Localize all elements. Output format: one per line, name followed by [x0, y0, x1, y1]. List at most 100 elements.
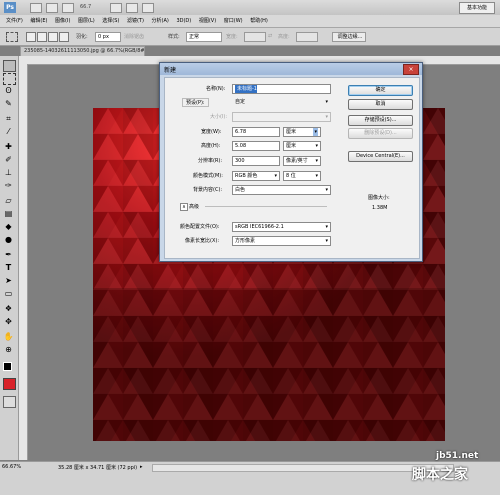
eyedropper-tool-icon[interactable]: ⁄: [3, 127, 14, 137]
menu-select[interactable]: 选择(S): [102, 15, 119, 27]
marquee-tool-icon[interactable]: [3, 73, 16, 85]
feather-label: 羽化:: [76, 34, 88, 40]
workspace-switcher[interactable]: 基本功能: [459, 2, 495, 14]
dialog-close-button[interactable]: ×: [403, 64, 419, 75]
status-menu-arrow-icon[interactable]: ▸: [140, 464, 143, 470]
menu-analysis[interactable]: 分析(A): [152, 15, 169, 27]
brush-tool-icon[interactable]: ✐: [3, 155, 14, 165]
name-label: 名称(N):: [206, 86, 226, 92]
gradient-tool-icon[interactable]: ▤: [3, 209, 14, 219]
view-extras-icon[interactable]: [62, 3, 74, 13]
chevron-down-icon: ▾: [315, 158, 318, 164]
mini-bridge-icon[interactable]: [46, 3, 58, 13]
quick-select-tool-icon[interactable]: ✎: [3, 99, 14, 109]
antialias-checkbox[interactable]: 消除锯齿: [124, 33, 144, 40]
advanced-toggle-icon[interactable]: ∧: [180, 203, 188, 211]
vertical-ruler: [19, 64, 28, 460]
bridge-icon[interactable]: [30, 3, 42, 13]
eraser-tool-icon[interactable]: ▱: [3, 196, 14, 206]
status-zoom[interactable]: 66.67%: [2, 464, 21, 470]
menu-file[interactable]: 文件(F): [6, 15, 23, 27]
chevron-down-icon: ▾: [325, 114, 328, 120]
new-selection-icon[interactable]: [26, 32, 36, 42]
device-central-button[interactable]: Device Central(E)...: [348, 151, 413, 162]
name-value: 未标题-1: [235, 85, 257, 93]
menu-3d[interactable]: 3D(D): [176, 15, 191, 27]
color-profile-label: 颜色配置文件(O):: [180, 224, 220, 230]
background-contents-select[interactable]: 白色 ▾: [232, 185, 331, 195]
width-input[interactable]: 6.78: [232, 127, 280, 137]
pixel-aspect-value: 方形像素: [235, 238, 256, 244]
quick-mask-icon[interactable]: [3, 378, 16, 390]
chevron-down-icon: ▾: [325, 238, 328, 244]
horizontal-scrollbar[interactable]: [152, 464, 454, 472]
dodge-tool-icon[interactable]: ●: [3, 235, 14, 245]
resolution-unit-select[interactable]: 像素/英寸 ▾: [283, 156, 321, 166]
move-tool-icon[interactable]: [3, 60, 16, 72]
chevron-down-icon: ▾: [315, 143, 318, 149]
style-select[interactable]: 正常: [186, 32, 222, 42]
menu-view[interactable]: 视图(V): [199, 15, 216, 27]
add-selection-icon[interactable]: [37, 32, 47, 42]
hand-tool-icon[interactable]: [110, 3, 122, 13]
zoom-tool-icon[interactable]: ⊕: [3, 345, 14, 355]
app-titlebar: Ps 66.7 基本功能: [0, 0, 500, 16]
cancel-button[interactable]: 取消: [348, 99, 413, 110]
document-tab[interactable]: 235085-14032611113050.jpg @ 66.7%(RGB/8#…: [20, 46, 145, 56]
arrange-documents-icon[interactable]: [126, 3, 138, 13]
shape-tool-icon[interactable]: ▭: [3, 289, 14, 299]
marquee-preset-icon[interactable]: [6, 32, 18, 42]
3d-orbit-tool-icon[interactable]: ✥: [3, 317, 14, 327]
advanced-label: 高级: [189, 204, 200, 210]
options-bar: 羽化: 0 px 消除锯齿 样式: 正常 宽度: ⇄ 高度: 调整边缘...: [0, 28, 500, 46]
crop-tool-icon[interactable]: ⌗: [3, 114, 14, 124]
color-profile-select[interactable]: sRGB IEC61966-2.1 ▾: [232, 222, 331, 232]
resolution-input[interactable]: 300: [232, 156, 280, 166]
chevron-down-icon: ▾: [325, 99, 328, 105]
feather-input[interactable]: 0 px: [95, 32, 121, 42]
save-preset-button[interactable]: 存储预设(S)...: [348, 115, 413, 126]
menu-help[interactable]: 帮助(H): [250, 15, 268, 27]
watermark-brand: 脚本之家: [412, 467, 468, 483]
color-mode-select[interactable]: RGB 颜色 ▾: [232, 171, 280, 181]
menu-edit[interactable]: 编辑(E): [30, 15, 47, 27]
subtract-selection-icon[interactable]: [48, 32, 58, 42]
path-select-tool-icon[interactable]: ➤: [3, 276, 14, 286]
type-tool-icon[interactable]: T: [3, 263, 14, 273]
history-brush-tool-icon[interactable]: ✑: [3, 181, 14, 191]
refine-edge-button[interactable]: 调整边缘...: [332, 32, 366, 42]
menu-image[interactable]: 图像(I): [55, 15, 70, 27]
watermark-site: jb51.net: [436, 451, 479, 461]
swap-icon: ⇄: [268, 33, 273, 39]
preset-select[interactable]: 自定 ▾: [232, 97, 331, 107]
status-doc-info[interactable]: 35.28 厘米 x 34.71 厘米 (72 ppi): [58, 464, 137, 471]
blur-tool-icon[interactable]: ◆: [3, 222, 14, 232]
height-unit-select[interactable]: 厘米 ▾: [283, 141, 321, 151]
screen-mode-tool-icon[interactable]: [3, 396, 16, 408]
width-unit-value: 厘米: [286, 129, 297, 135]
photoshop-logo: Ps: [4, 2, 16, 13]
3d-rotate-tool-icon[interactable]: ❖: [3, 304, 14, 314]
screen-mode-icon[interactable]: [142, 3, 154, 13]
chevron-down-icon: ▾: [274, 173, 277, 179]
size-select: ▾: [232, 112, 331, 122]
healing-tool-icon[interactable]: ✚: [3, 142, 14, 152]
intersect-selection-icon[interactable]: [59, 32, 69, 42]
width-unit-select[interactable]: 厘米 ▾: [283, 127, 321, 137]
foreground-color-swatch[interactable]: [3, 362, 12, 371]
menu-window[interactable]: 窗口(W): [224, 15, 243, 27]
zoom-level[interactable]: 66.7: [80, 4, 91, 10]
menu-filter[interactable]: 滤镜(T): [127, 15, 144, 27]
dialog-titlebar[interactable]: 新建 ×: [160, 63, 422, 75]
height-input[interactable]: 5.08: [232, 141, 280, 151]
name-input[interactable]: 未标题-1: [232, 84, 331, 94]
pixel-aspect-select[interactable]: 方形像素 ▾: [232, 236, 331, 246]
clone-stamp-tool-icon[interactable]: ⊥: [3, 168, 14, 178]
hand-tool-icon[interactable]: ✋: [3, 332, 14, 342]
menu-layer[interactable]: 图层(L): [78, 15, 95, 27]
ok-button[interactable]: 确定: [348, 85, 413, 96]
pen-tool-icon[interactable]: ✒: [3, 250, 14, 260]
lasso-tool-icon[interactable]: ʘ: [3, 86, 14, 96]
bit-depth-select[interactable]: 8 位 ▾: [283, 171, 321, 181]
bit-depth-value: 8 位: [286, 173, 296, 179]
